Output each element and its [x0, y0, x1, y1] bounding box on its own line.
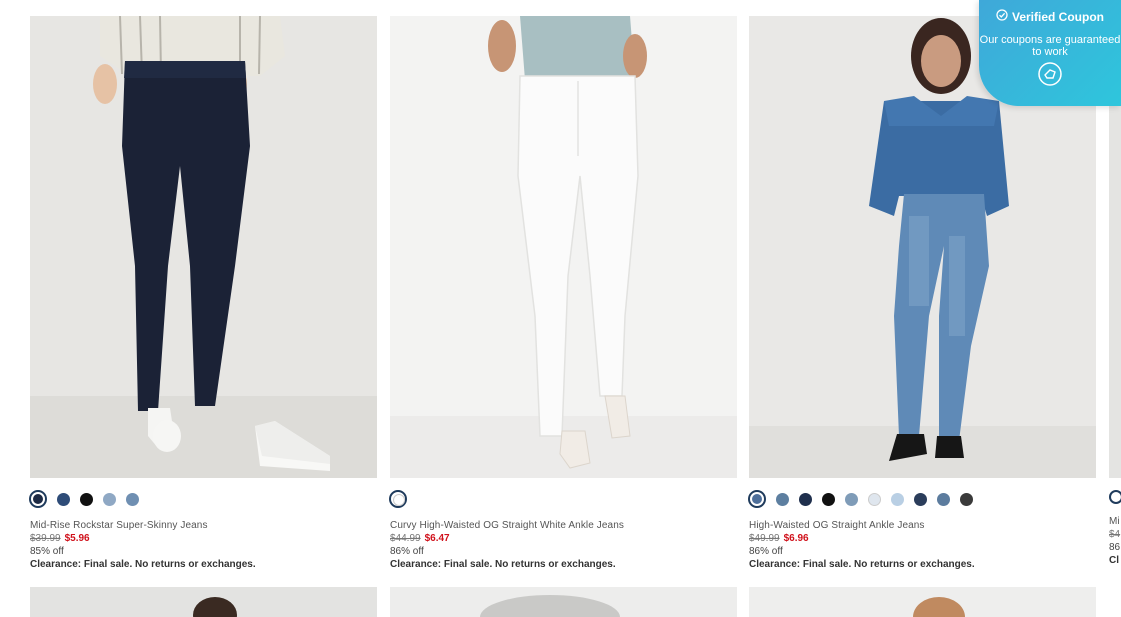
product-card[interactable]: Mid-Rise Rockstar Super-Skinny Jeans $39… — [29, 16, 377, 572]
clearance-note: Clearance: Final sale. No returns or exc… — [30, 559, 256, 570]
product-name[interactable]: Mid-Rise Rockstar Super-Skinny Jeans — [30, 519, 377, 532]
color-swatch[interactable] — [389, 490, 407, 508]
check-circle-icon — [996, 9, 1008, 24]
clearance-note: Clearance: Final sale. No returns or exc… — [749, 559, 975, 570]
color-swatch[interactable] — [29, 490, 47, 508]
sale-price: $6.96 — [783, 533, 809, 544]
color-swatch[interactable] — [80, 492, 93, 506]
color-swatch[interactable] — [891, 492, 904, 506]
product-name[interactable]: Curvy High-Waisted OG Straight White Ank… — [390, 519, 737, 532]
color-swatch[interactable] — [914, 492, 927, 506]
color-swatches — [389, 490, 737, 508]
clearance-note: Clearance: Final sale. No returns or exc… — [390, 559, 616, 570]
original-price: $49.99 — [749, 533, 780, 544]
product-image[interactable] — [30, 16, 377, 478]
coupon-title-row: Verified Coupon — [979, 9, 1121, 24]
original-price: $39.99 — [30, 533, 61, 544]
partial-note: Cl — [1109, 555, 1119, 566]
product-card[interactable]: Curvy High-Waisted OG Straight White Ank… — [389, 16, 737, 572]
product-grid: Mid-Rise Rockstar Super-Skinny Jeans $39… — [29, 16, 1121, 617]
next-row-image[interactable] — [749, 587, 1096, 617]
original-price: $44.99 — [390, 533, 421, 544]
coupon-logo-icon[interactable] — [1038, 62, 1062, 86]
next-row-image[interactable] — [30, 587, 377, 617]
color-swatches — [29, 490, 377, 508]
color-swatch[interactable] — [822, 492, 835, 506]
product-prices: $49.99 $6.96 — [749, 532, 1096, 545]
partial-product-card[interactable]: Mi $4 86 Cl — [1109, 490, 1121, 568]
color-swatch[interactable] — [126, 492, 139, 506]
color-swatch[interactable] — [776, 492, 789, 506]
product-name[interactable]: High-Waisted OG Straight Ankle Jeans — [749, 519, 1096, 532]
partial-price: $4 — [1109, 529, 1121, 540]
sale-price: $5.96 — [64, 533, 90, 544]
partial-swatch[interactable] — [1109, 490, 1121, 504]
color-swatch[interactable] — [799, 492, 812, 506]
coupon-subtitle: Our coupons are guaranteed to work — [979, 34, 1121, 58]
color-swatches — [748, 490, 1096, 508]
product-prices: $39.99 $5.96 — [30, 532, 377, 545]
discount-label: 86% off — [749, 546, 783, 557]
discount-label: 85% off — [30, 546, 64, 557]
partial-discount: 86 — [1109, 542, 1121, 553]
color-swatch[interactable] — [845, 492, 858, 506]
product-prices: $44.99 $6.47 — [390, 532, 737, 545]
color-swatch[interactable] — [57, 492, 70, 506]
color-swatch[interactable] — [937, 492, 950, 506]
discount-label: 86% off — [390, 546, 424, 557]
sale-price: $6.47 — [424, 533, 450, 544]
color-swatch[interactable] — [960, 492, 973, 506]
coupon-title: Verified Coupon — [1011, 9, 1104, 24]
product-image[interactable] — [390, 16, 737, 478]
color-swatch[interactable] — [748, 490, 766, 508]
partial-name: Mi — [1109, 516, 1120, 527]
next-row-image[interactable] — [390, 587, 737, 617]
color-swatch[interactable] — [103, 492, 116, 506]
verified-coupon-widget[interactable]: Verified Coupon Our coupons are guarante… — [979, 0, 1121, 106]
color-swatch[interactable] — [868, 492, 881, 506]
